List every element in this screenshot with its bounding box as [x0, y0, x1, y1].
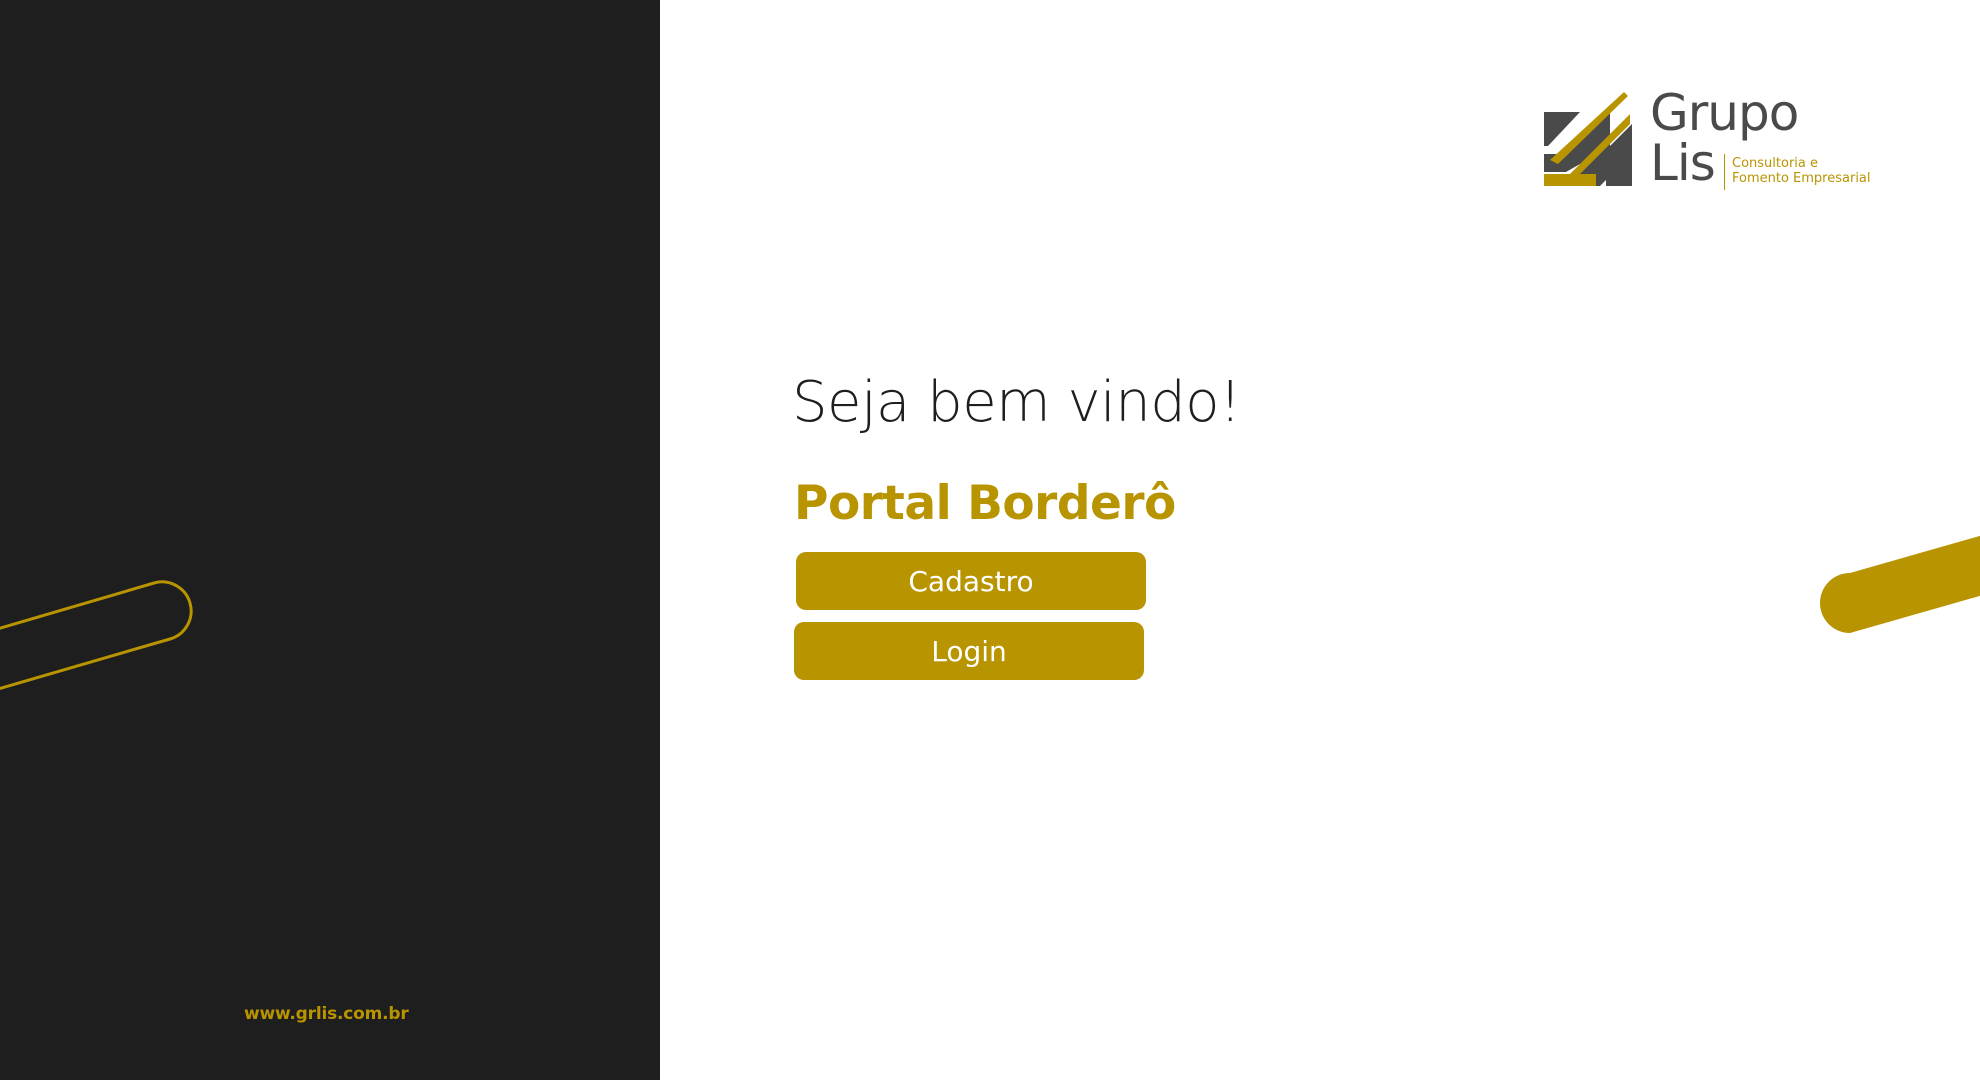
website-link[interactable]: www.grlis.com.br [244, 1004, 409, 1024]
login-button[interactable]: Login [794, 622, 1144, 680]
logo-divider [1724, 154, 1725, 190]
left-dark-panel: www.grlis.com.br [0, 0, 660, 1080]
cadastro-button[interactable]: Cadastro [796, 552, 1146, 610]
logo-text-lis: Lis [1650, 134, 1716, 192]
logo-text-grupo: Grupo [1650, 84, 1799, 142]
logo-mark-icon [1544, 92, 1632, 186]
logo-tagline-line2: Fomento Empresarial [1732, 171, 1871, 186]
logo-tagline-line1: Consultoria e [1732, 156, 1818, 171]
portal-title: Portal Borderô [794, 476, 1176, 531]
logo-tagline: Consultoria e Fomento Empresarial [1732, 156, 1871, 186]
page: www.grlis.com.br Grupo Lis Consultoria e… [0, 0, 1980, 1080]
grupo-lis-logo: Grupo Lis Consultoria e Fomento Empresar… [1540, 84, 1890, 196]
decorative-filled-stripe [1820, 535, 1980, 633]
welcome-heading: Seja bem vindo! [792, 370, 1241, 435]
decorative-outline-stripe [0, 580, 193, 690]
